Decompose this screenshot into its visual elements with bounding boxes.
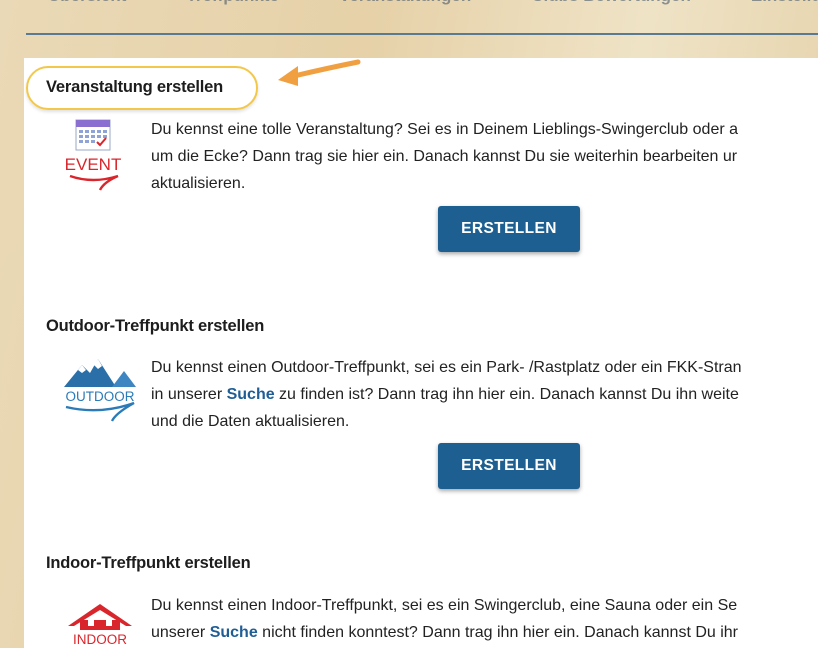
event-icon-label: EVENT [65, 155, 122, 174]
section-title-indoor: Indoor-Treffpunkt erstellen [46, 554, 251, 572]
outdoor-text-line-1: Du kennst einen Outdoor-Treffpunkt, sei … [151, 359, 742, 376]
outdoor-line-2-end: zu finden ist? Dann trag ihn hier ein. D… [274, 386, 739, 403]
annotation-arrow-icon [278, 59, 361, 86]
outdoor-mountains-icon: OUTDOOR [60, 353, 140, 430]
outdoor-icon-label: OUTDOOR [66, 389, 135, 404]
indoor-line-2-start: unserer [151, 624, 210, 641]
indoor-icon-label: INDOOR [73, 632, 127, 647]
section-text-event: Du kennst eine tolle Veranstaltung? Sei … [151, 116, 818, 197]
section-title-event: Veranstaltung erstellen [46, 78, 223, 96]
section-title-outdoor: Outdoor-Treffpunkt erstellen [46, 317, 265, 335]
event-calendar-icon: EVENT [60, 118, 126, 207]
content-card: Veranstaltung erstellen EVENT Du kennst … [24, 58, 818, 648]
nav-divider [26, 33, 818, 35]
search-link-indoor[interactable]: Suche [210, 624, 258, 641]
nav-item-settings[interactable]: Einstellungen [751, 0, 818, 14]
section-text-outdoor: Du kennst einen Outdoor-Treffpunkt, sei … [151, 354, 818, 435]
search-link[interactable]: Suche [227, 386, 275, 403]
outdoor-text-line-3: und die Daten aktualisieren. [151, 413, 350, 430]
indoor-text-line-1: Du kennst einen Indoor-Treffpunkt, sei e… [151, 597, 738, 614]
event-text-line-1: Du kennst eine tolle Veranstaltung? Sei … [151, 121, 739, 138]
nav-item-meeting-points[interactable]: Treffpunkte [186, 0, 279, 14]
outdoor-text-line-2: in unserer Suche zu finden ist? Dann tra… [151, 381, 818, 408]
indoor-text-line-2: unserer Suche nicht finden konntest? Dan… [151, 619, 818, 646]
event-text-line-3: aktualisieren. [151, 175, 246, 192]
outdoor-line-2-start: in unserer [151, 386, 227, 403]
nav-item-overview[interactable]: Übersicht [48, 0, 126, 14]
nav-item-club-ratings[interactable]: Clubs Bewertungen [531, 0, 691, 14]
indoor-line-2-end: nicht finden konntest? Dann trag ihn hie… [257, 624, 739, 641]
indoor-house-icon: INDOOR [60, 598, 140, 648]
section-text-indoor: Du kennst einen Indoor-Treffpunkt, sei e… [151, 592, 818, 646]
create-outdoor-button[interactable]: ERSTELLEN [438, 443, 580, 489]
create-event-button[interactable]: ERSTELLEN [438, 206, 580, 252]
nav-item-events[interactable]: Veranstaltungen [339, 0, 471, 14]
top-navigation: Übersicht Treffpunkte Veranstaltungen Cl… [0, 0, 818, 14]
event-text-line-2: um die Ecke? Dann trag sie hier ein. Dan… [151, 148, 738, 165]
